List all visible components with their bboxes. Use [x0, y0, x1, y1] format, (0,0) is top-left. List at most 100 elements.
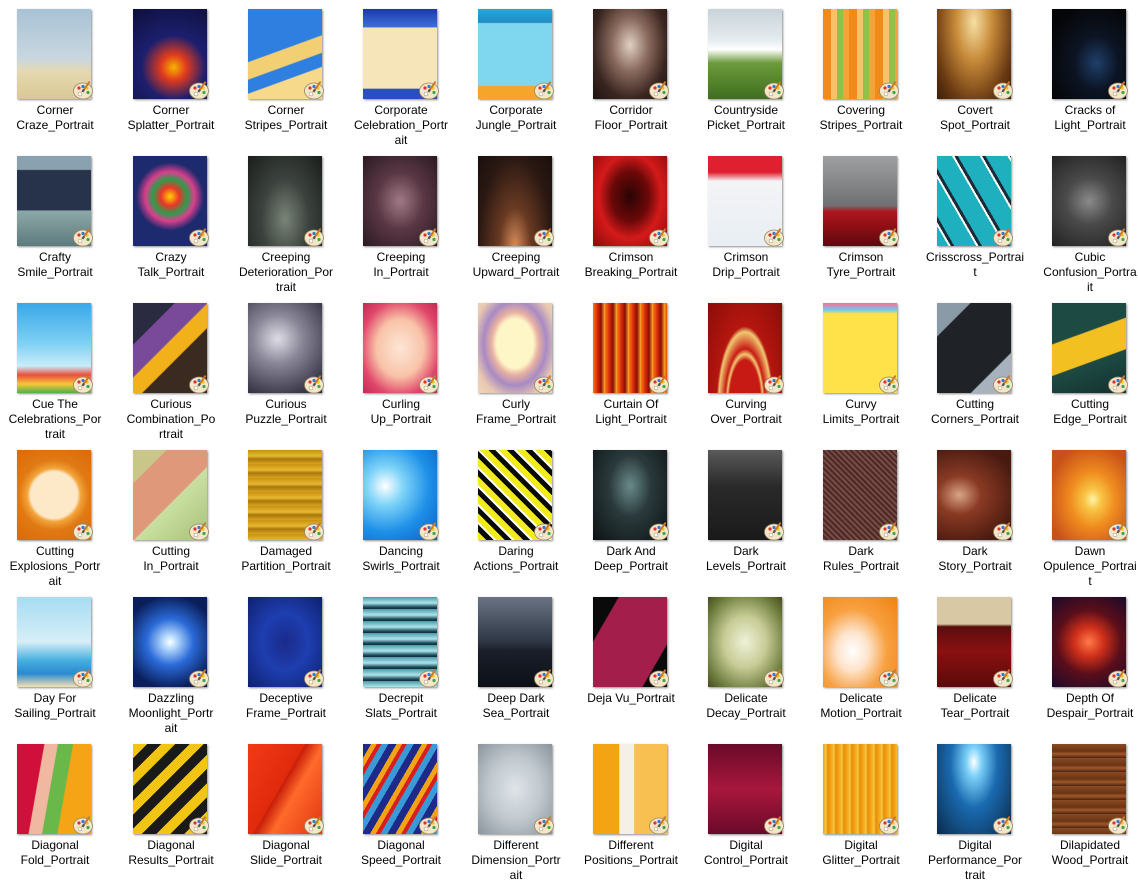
file-item[interactable]: Crazy Talk_Portrait: [116, 147, 226, 289]
file-name-line: Wood_Portrait: [1051, 853, 1129, 867]
file-name-line: Breaking_Portrait: [584, 265, 678, 279]
file-item[interactable]: Delicate Tear_Portrait: [920, 588, 1030, 730]
file-item[interactable]: Crimson Breaking_Portrait: [576, 147, 686, 289]
file-item[interactable]: Cutting In_Portrait: [116, 441, 226, 583]
paint-palette-icon: [533, 520, 555, 542]
file-item[interactable]: Corner Stripes_Portrait: [231, 0, 341, 142]
file-item[interactable]: Cutting Explosions_Portr ait: [0, 441, 110, 588]
file-item[interactable]: Day For Sailing_Portrait: [0, 588, 110, 730]
file-item[interactable]: Deceptive Frame_Portrait: [231, 588, 341, 730]
file-item[interactable]: Crisscross_Portrai t: [920, 147, 1030, 289]
file-item[interactable]: Cutting Edge_Portrait: [1035, 294, 1138, 436]
file-item[interactable]: Curly Frame_Portrait: [461, 294, 571, 436]
file-item[interactable]: Covert Spot_Portrait: [920, 0, 1030, 142]
file-item[interactable]: Dark And Deep_Portrait: [576, 441, 686, 583]
file-item[interactable]: Dark Levels_Portrait: [691, 441, 801, 583]
file-item[interactable]: Decrepit Slats_Portrait: [346, 588, 456, 730]
file-name-line: Decrepit: [378, 691, 424, 705]
file-name-line: Rules_Portrait: [822, 559, 900, 573]
file-item[interactable]: Curtain Of Light_Portrait: [576, 294, 686, 436]
file-name-line: Deep Dark: [487, 691, 545, 705]
file-item[interactable]: Creeping In_Portrait: [346, 147, 456, 289]
paint-palette-icon: [992, 520, 1014, 542]
file-item[interactable]: Corridor Floor_Portrait: [576, 0, 686, 142]
file-name: Cutting Edge_Portrait: [1035, 397, 1138, 427]
file-item[interactable]: Countryside Picket_Portrait: [691, 0, 801, 142]
file-name-line: Floor_Portrait: [594, 118, 668, 132]
file-item[interactable]: Dilapidated Wood_Portrait: [1035, 735, 1138, 877]
file-item[interactable]: Cubic Confusion_Portra it: [1035, 147, 1138, 294]
file-item[interactable]: Depth Of Despair_Portrait: [1035, 588, 1138, 730]
file-item[interactable]: Delicate Decay_Portrait: [691, 588, 801, 730]
file-item[interactable]: Different Dimension_Portr ait: [461, 735, 571, 882]
file-item[interactable]: Corporate Celebration_Portr ait: [346, 0, 456, 147]
file-item[interactable]: Crimson Drip_Portrait: [691, 147, 801, 289]
file-item[interactable]: Corner Craze_Portrait: [0, 0, 110, 142]
paint-palette-icon: [992, 373, 1014, 395]
paint-palette-icon: [992, 79, 1014, 101]
file-name-line: Spot_Portrait: [939, 118, 1011, 132]
paint-palette-icon: [418, 814, 440, 836]
file-item[interactable]: Dawn Opulence_Portrai t: [1035, 441, 1138, 588]
file-item[interactable]: Crafty Smile_Portrait: [0, 147, 110, 289]
file-name-line: Light_Portrait: [1054, 118, 1126, 132]
file-name-line: Stripes_Portrait: [819, 118, 903, 132]
file-item[interactable]: Creeping Deterioration_Por trait: [231, 147, 341, 294]
file-name-line: Corner: [267, 103, 305, 117]
file-name-line: Corporate: [489, 103, 543, 117]
paint-palette-icon: [1107, 79, 1129, 101]
file-item[interactable]: Delicate Motion_Portrait: [806, 588, 916, 730]
file-item[interactable]: Diagonal Slide_Portrait: [231, 735, 341, 877]
file-item[interactable]: Curious Puzzle_Portrait: [231, 294, 341, 436]
file-item[interactable]: Dancing Swirls_Portrait: [346, 441, 456, 583]
file-item[interactable]: Corner Splatter_Portrait: [116, 0, 226, 142]
file-item[interactable]: Curious Combination_Po rtrait: [116, 294, 226, 441]
file-name-line: Dancing: [378, 544, 424, 558]
file-item[interactable]: Curvy Limits_Portrait: [806, 294, 916, 436]
file-name: Cutting In_Portrait: [116, 544, 226, 574]
file-name: Curving Over_Portrait: [691, 397, 801, 427]
file-name-line: Covering: [836, 103, 886, 117]
file-name-line: Crafty: [38, 250, 71, 264]
file-name-line: Digital: [844, 838, 878, 852]
file-name-line: Depth Of: [1065, 691, 1115, 705]
file-item[interactable]: Covering Stripes_Portrait: [806, 0, 916, 142]
paint-palette-icon: [188, 814, 210, 836]
file-item[interactable]: Cue The Celebrations_Por trait: [0, 294, 110, 441]
file-name-line: Dark: [962, 544, 988, 558]
file-name-line: Diagonal: [31, 838, 79, 852]
file-item[interactable]: Diagonal Speed_Portrait: [346, 735, 456, 877]
file-name-line: Jungle_Portrait: [475, 118, 557, 132]
file-item[interactable]: Digital Glitter_Portrait: [806, 735, 916, 877]
paint-palette-icon: [303, 520, 325, 542]
file-item[interactable]: Dark Story_Portrait: [920, 441, 1030, 583]
file-item[interactable]: Curling Up_Portrait: [346, 294, 456, 436]
file-item[interactable]: Cracks of Light_Portrait: [1035, 0, 1138, 142]
file-item[interactable]: Different Positions_Portrait: [576, 735, 686, 877]
file-item[interactable]: Diagonal Results_Portrait: [116, 735, 226, 877]
file-item[interactable]: Curving Over_Portrait: [691, 294, 801, 436]
paint-palette-icon: [188, 373, 210, 395]
file-name: Corporate Jungle_Portrait: [461, 103, 571, 133]
file-name-line: Deep_Portrait: [593, 559, 669, 573]
file-item[interactable]: Deep Dark Sea_Portrait: [461, 588, 571, 730]
file-item[interactable]: Digital Control_Portrait: [691, 735, 801, 877]
file-item[interactable]: Digital Performance_Por trait: [920, 735, 1030, 882]
file-name-line: Curious: [150, 397, 192, 411]
file-item[interactable]: Damaged Partition_Portrait: [231, 441, 341, 583]
file-name: Crazy Talk_Portrait: [116, 250, 226, 280]
file-item[interactable]: Creeping Upward_Portrait: [461, 147, 571, 289]
file-item[interactable]: Crimson Tyre_Portrait: [806, 147, 916, 289]
file-item[interactable]: Deja Vu_Portrait: [576, 588, 686, 730]
file-name-line: Tear_Portrait: [940, 706, 1010, 720]
file-item[interactable]: Daring Actions_Portrait: [461, 441, 571, 583]
file-item[interactable]: Dark Rules_Portrait: [806, 441, 916, 583]
file-name-line: Talk_Portrait: [137, 265, 205, 279]
file-item[interactable]: Cutting Corners_Portrait: [920, 294, 1030, 436]
paint-palette-icon: [418, 520, 440, 542]
file-item[interactable]: Dazzling Moonlight_Portr ait: [116, 588, 226, 735]
file-item[interactable]: Diagonal Fold_Portrait: [0, 735, 110, 877]
file-name-line: Deceptive: [259, 691, 313, 705]
file-item[interactable]: Corporate Jungle_Portrait: [461, 0, 571, 142]
file-name-line: Celebration_Portr: [353, 118, 449, 132]
